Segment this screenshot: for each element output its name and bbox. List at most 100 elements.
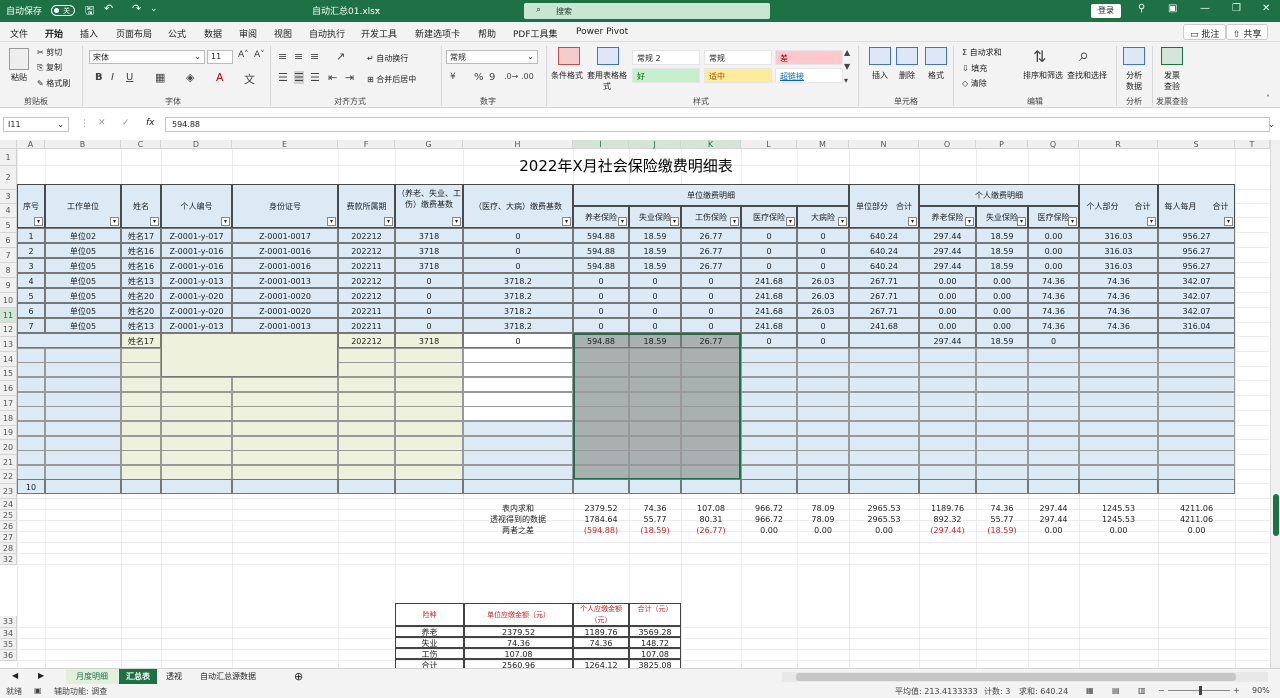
- summary-cell[interactable]: 55.77: [629, 514, 681, 525]
- row-header-25[interactable]: 25: [0, 510, 17, 521]
- tab-scroll-right-icon[interactable]: ▶: [32, 669, 50, 684]
- autosum-button[interactable]: Σ 自动求和: [962, 47, 1002, 58]
- table-cell[interactable]: [1028, 450, 1079, 465]
- cell-style-4[interactable]: 适中: [704, 68, 772, 83]
- table-cell[interactable]: [338, 362, 395, 377]
- table-cell[interactable]: [121, 362, 161, 377]
- insert-cells-icon[interactable]: [869, 47, 891, 65]
- tab-file[interactable]: 文件: [10, 27, 28, 40]
- table-cell[interactable]: 0: [395, 303, 463, 318]
- filter-dropdown-icon[interactable]: ▾: [221, 217, 230, 226]
- autosave-toggle[interactable]: 关: [51, 5, 75, 16]
- table-cell[interactable]: 241.68: [741, 303, 797, 318]
- summary-cell[interactable]: 2965.53: [849, 514, 919, 525]
- table-cell[interactable]: [797, 406, 849, 421]
- clear-button[interactable]: ◇ 清除: [962, 78, 987, 89]
- table-cell[interactable]: 单位05: [45, 288, 121, 303]
- table-cell[interactable]: [1158, 436, 1235, 451]
- table-cell[interactable]: 0: [395, 273, 463, 288]
- row-header-28[interactable]: 28: [0, 543, 17, 554]
- sort-filter-icon[interactable]: ⇅: [1033, 47, 1046, 66]
- table-cell[interactable]: 18.59: [629, 243, 681, 258]
- small-table-cell[interactable]: 74.36: [573, 637, 629, 648]
- table-cell[interactable]: 342.07: [1158, 273, 1235, 288]
- table-cell[interactable]: [338, 377, 395, 392]
- table-cell[interactable]: 956.27: [1158, 243, 1235, 258]
- table-cell[interactable]: 26.03: [797, 288, 849, 303]
- name-box[interactable]: I11 ⌄: [3, 117, 69, 132]
- table-cell[interactable]: [121, 450, 161, 465]
- summary-cell[interactable]: 0.00: [849, 525, 919, 536]
- cell-style-0[interactable]: 常规 2: [632, 50, 700, 65]
- table-cell[interactable]: 267.71: [849, 273, 919, 288]
- table-cell[interactable]: [1079, 348, 1158, 363]
- small-table-cell[interactable]: 107.08: [464, 648, 573, 659]
- filter-dropdown-icon[interactable]: ▾: [670, 217, 679, 226]
- filter-dropdown-icon[interactable]: ▾: [786, 217, 795, 226]
- align-left-icon[interactable]: ☰: [278, 71, 288, 84]
- table-cell[interactable]: 3718: [395, 258, 463, 273]
- cell-style-1[interactable]: 常规: [704, 50, 772, 65]
- table-cell[interactable]: 3718: [395, 243, 463, 258]
- scroll-down-icon[interactable]: ▼: [844, 62, 850, 71]
- table-cell[interactable]: 18.59: [629, 258, 681, 273]
- increase-decimal-icon[interactable]: .0→: [504, 72, 518, 81]
- filter-dropdown-icon[interactable]: ▾: [1147, 217, 1156, 226]
- table-cell[interactable]: Z-0001-y-020: [161, 303, 232, 318]
- table-cell[interactable]: 640.24: [849, 258, 919, 273]
- table-cell[interactable]: [1158, 348, 1235, 363]
- table-cell[interactable]: [395, 362, 463, 377]
- table-cell[interactable]: 0: [681, 273, 741, 288]
- table-cell[interactable]: [121, 421, 161, 436]
- table-cell[interactable]: [338, 465, 395, 480]
- table-cell[interactable]: [1079, 362, 1158, 377]
- table-cell[interactable]: 10: [17, 479, 45, 494]
- table-cell[interactable]: [232, 406, 338, 421]
- table-cell[interactable]: [395, 348, 463, 363]
- table-cell[interactable]: 202212: [338, 288, 395, 303]
- table-cell[interactable]: [463, 348, 573, 363]
- find-select-icon[interactable]: ⌕: [1079, 45, 1089, 66]
- table-cell[interactable]: Z-0001-0013: [232, 318, 338, 333]
- table-cell[interactable]: 0: [573, 273, 629, 288]
- filter-dropdown-icon[interactable]: ▾: [1068, 217, 1077, 226]
- table-cell[interactable]: 6: [17, 303, 45, 318]
- column-header-A[interactable]: A: [17, 140, 45, 149]
- row-header-23[interactable]: 23: [0, 484, 17, 499]
- decrease-font-icon[interactable]: A˅: [254, 50, 265, 60]
- table-cell[interactable]: 0: [573, 303, 629, 318]
- column-header-Q[interactable]: Q: [1028, 140, 1079, 149]
- more-styles-icon[interactable]: ▾: [844, 76, 848, 85]
- table-cell[interactable]: [976, 362, 1028, 377]
- table-cell[interactable]: [849, 406, 919, 421]
- table-cell[interactable]: [681, 479, 741, 494]
- summary-cell[interactable]: 966.72: [741, 503, 797, 514]
- paste-icon[interactable]: [9, 48, 29, 70]
- small-table-cell[interactable]: 2379.52: [464, 626, 573, 637]
- sheet-tab-source[interactable]: 自动汇总源数据: [194, 669, 262, 684]
- orientation-icon[interactable]: ↗: [336, 50, 345, 63]
- table-cell[interactable]: 640.24: [849, 228, 919, 243]
- table-cell[interactable]: [849, 450, 919, 465]
- table-cell[interactable]: [463, 362, 573, 377]
- table-cell[interactable]: [919, 377, 976, 392]
- expand-formula-icon[interactable]: ⌄: [1268, 120, 1275, 129]
- table-cell[interactable]: 18.59: [976, 243, 1028, 258]
- table-cell[interactable]: [45, 392, 121, 407]
- h-scroll-thumb[interactable]: [796, 673, 1236, 681]
- table-cell[interactable]: 单位05: [45, 273, 121, 288]
- table-cell[interactable]: 0: [797, 228, 849, 243]
- table-cell[interactable]: 0: [797, 258, 849, 273]
- table-cell[interactable]: 342.07: [1158, 303, 1235, 318]
- row-header-24[interactable]: 24: [0, 499, 17, 510]
- column-header-G[interactable]: G: [395, 140, 463, 149]
- table-cell[interactable]: 0.00: [1028, 228, 1079, 243]
- summary-cell[interactable]: 4211.06: [1158, 514, 1235, 525]
- table-cell[interactable]: [797, 392, 849, 407]
- column-header-I[interactable]: I: [573, 140, 629, 149]
- fill-color-icon[interactable]: ◈: [186, 71, 194, 84]
- table-cell[interactable]: 0: [573, 288, 629, 303]
- table-cell[interactable]: 316.03: [1079, 228, 1158, 243]
- account-icon[interactable]: ⚲: [1138, 3, 1145, 14]
- macro-record-icon[interactable]: ▣: [34, 686, 42, 695]
